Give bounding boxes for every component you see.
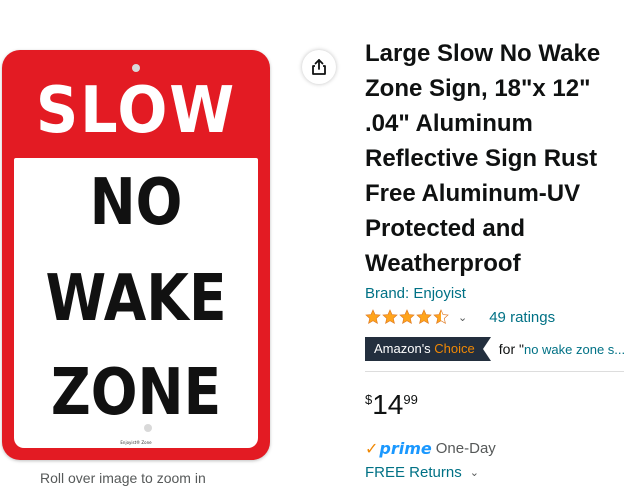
sign-line-3: ZONE [50,356,222,430]
product-image-panel: SLOW NO WAKE ZONE Enjoyist® Zone Roll ov… [0,0,290,495]
star-icon [365,309,381,324]
returns-row: FREE Returns ⌄ [365,464,624,481]
chevron-down-icon[interactable]: ⌄ [458,311,467,324]
share-button[interactable] [302,50,336,84]
sign-line-1: NO [89,166,183,240]
price-fraction: 99 [403,392,418,407]
sign-mounting-hole [132,64,140,72]
ratings-count-link[interactable]: 49 ratings [489,309,555,326]
prime-delivery: ✓ prime One-Day [365,438,624,458]
prime-logo: prime [379,438,432,458]
sign-top-text: SLOW [35,74,237,148]
sign-brand-mark: Enjoyist® Zone [120,440,152,445]
star-icon [416,309,432,324]
divider [365,371,624,372]
product-image[interactable]: SLOW NO WAKE ZONE Enjoyist® Zone [2,50,270,460]
sign-line-2: WAKE [45,262,227,336]
badge-accent: Choice [434,341,475,356]
choice-query-link[interactable]: no wake zone s... [524,342,624,357]
choice-for-label: for "no wake zone s... [499,341,624,357]
brand-link[interactable]: Brand: Enjoyist [365,285,624,303]
zoom-caption: Roll over image to zoom in [40,470,206,486]
price: $1499 [365,390,624,424]
sign-mounting-hole [144,424,152,432]
badge-prefix: Amazon's [374,341,435,356]
product-title: Large Slow No Wake Zone Sign, 18"x 12" .… [365,40,601,277]
chevron-down-icon[interactable]: ⌄ [470,466,479,479]
share-icon [312,59,326,75]
price-whole: 14 [372,389,404,420]
choice-for-text: for " [498,341,524,357]
star-rating[interactable] [365,309,450,325]
star-half-icon [433,309,449,324]
product-info: Large Slow No Wake Zone Sign, 18"x 12" .… [365,36,624,481]
sign-white-panel: NO WAKE ZONE Enjoyist® Zone [14,158,258,448]
star-icon [382,309,398,324]
price-symbol: $ [365,392,373,407]
free-returns-link[interactable]: FREE Returns [365,464,462,481]
amazons-choice-badge: Amazon's Choice [365,337,491,361]
prime-delivery-label: One-Day [435,439,496,457]
amazons-choice-row: Amazon's Choice for "no wake zone s... [365,336,624,362]
prime-check-icon: ✓ [365,438,379,458]
star-icon [399,309,415,324]
rating-row: ⌄ 49 ratings [365,306,624,328]
